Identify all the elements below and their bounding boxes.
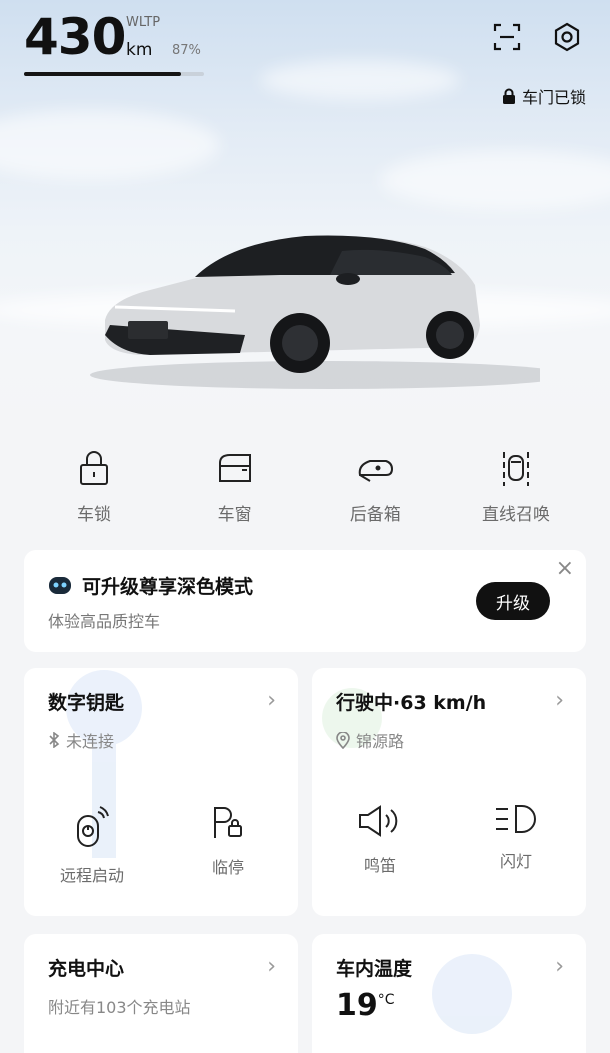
remote-start-button[interactable]: 远程启动 [32,804,152,886]
range-value: 430 [24,8,126,66]
horn-icon [359,805,398,837]
quick-action-summon[interactable]: 直线召唤 [446,448,586,525]
cabin-temp-number: 19 [336,988,378,1023]
hero-area: 430 WLTP km 87% 车门已锁 [0,0,610,420]
parking-icon [214,807,242,838]
battery-bar-fill [24,72,181,76]
lock-icon [79,448,109,488]
car-image [80,225,570,400]
promo-title: 可升级尊享深色模式 [82,576,254,598]
promo-subtitle: 体验高品质控车 [48,612,161,631]
quick-action-label: 车锁 [77,505,111,525]
cabin-temperature-card[interactable]: 车内温度 › 19°C [312,934,586,1053]
chevron-right-icon[interactable]: › [267,954,276,979]
window-icon [218,448,252,488]
close-icon[interactable]: × [556,556,574,581]
flash-lights-button[interactable]: 闪灯 [456,804,576,872]
chevron-right-icon[interactable]: › [267,688,276,713]
lock-status: 车门已锁 [502,84,586,108]
cabin-temp-title: 车内温度 [336,958,413,980]
dark-mode-promo-card[interactable]: 可升级尊享深色模式 体验高品质控车 × 升级 [24,550,586,652]
parking-button[interactable]: 临停 [168,804,288,878]
cabin-temp-value: 19°C [336,988,395,1023]
quick-action-label: 直线召唤 [481,505,550,525]
fan-watermark-icon [432,954,512,1034]
summon-icon [498,448,534,488]
headlight-icon [496,805,536,833]
digital-key-title: 数字钥匙 [48,692,125,714]
parking-label: 临停 [211,858,244,877]
digital-key-status: 未连接 [48,728,114,752]
quick-action-trunk[interactable]: 后备箱 [305,448,445,525]
bluetooth-icon [49,732,60,748]
range-unit: km [126,40,153,60]
cabin-temp-unit: °C [377,992,395,1008]
horn-label: 鸣笛 [363,856,396,875]
trunk-icon [356,448,394,488]
battery-bar [24,72,204,76]
driving-card[interactable]: 行驶中·63 km/h › 锦源路 鸣笛 闪灯 [312,668,586,916]
quick-action-label: 车窗 [217,505,252,525]
charging-center-card[interactable]: 充电中心 › 附近有103个充电站 [24,934,298,1053]
remote-start-label: 远程启动 [59,866,124,885]
location-pin-icon [336,731,350,749]
charging-subtitle: 附近有103个充电站 [48,998,191,1017]
upgrade-button[interactable]: 升级 [476,582,550,620]
chevron-right-icon[interactable]: › [555,954,564,979]
flash-lights-label: 闪灯 [499,852,532,871]
charging-title: 充电中心 [48,958,125,980]
lock-status-label: 车门已锁 [521,88,586,107]
quick-action-label: 后备箱 [349,505,401,525]
digital-key-card[interactable]: 数字钥匙 › 未连接 远程启动 临停 [24,668,298,916]
digital-key-status-label: 未连接 [66,732,115,751]
robot-icon [49,577,71,594]
chevron-right-icon[interactable]: › [555,688,564,713]
scan-icon[interactable] [490,20,524,54]
settings-icon[interactable] [550,20,584,54]
remote-start-icon [77,806,109,847]
quick-action-window[interactable]: 车窗 [165,448,305,525]
lock-icon [502,88,515,104]
driving-location-label: 锦源路 [356,732,405,751]
driving-location: 锦源路 [336,728,404,752]
range-standard: WLTP [126,15,161,30]
horn-button[interactable]: 鸣笛 [320,804,440,876]
battery-percent: 87% [172,43,201,58]
driving-title: 行驶中·63 km/h [336,692,487,714]
quick-actions: 车锁 车窗 后备箱 直线召唤 [24,448,586,525]
quick-action-lock[interactable]: 车锁 [24,448,164,525]
